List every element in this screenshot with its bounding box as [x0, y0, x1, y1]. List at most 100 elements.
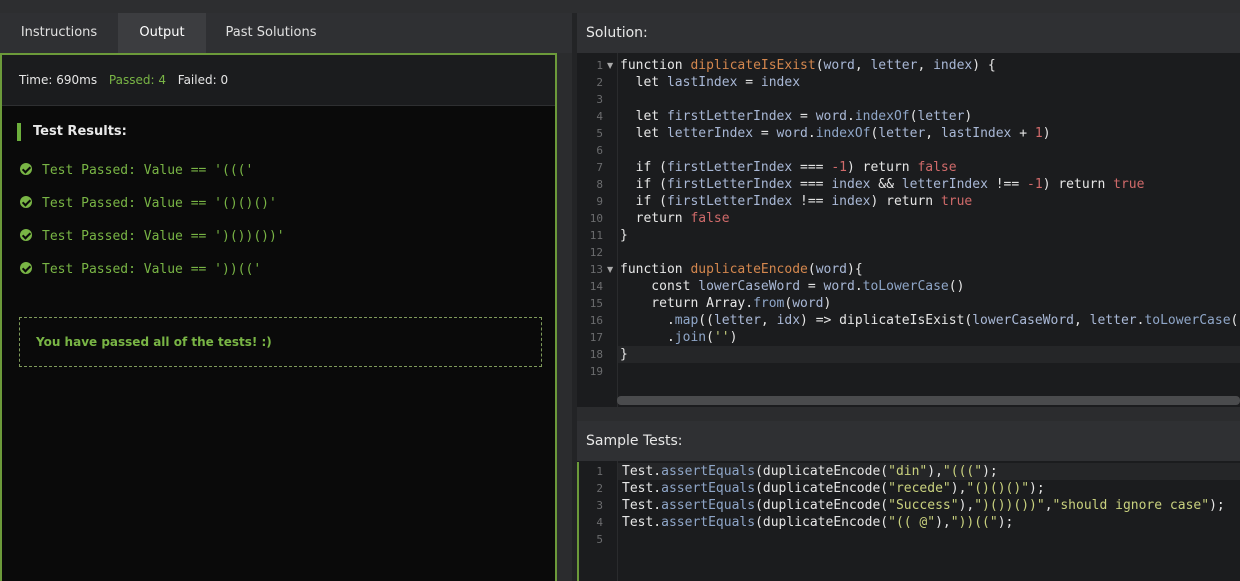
- code-line: let firstLetterIndex = word.indexOf(lett…: [620, 108, 973, 125]
- code-token: -1: [831, 160, 847, 175]
- code-token: (duplicateEncode(: [755, 481, 889, 496]
- code-line: if (firstLetterIndex === -1) return fals…: [620, 159, 957, 176]
- line-number: 5: [596, 127, 603, 140]
- code-token: (duplicateEncode(: [755, 515, 889, 530]
- code-token: idx: [776, 313, 801, 328]
- code-token: =: [800, 279, 824, 294]
- code-token: letter: [878, 126, 926, 141]
- code-token: =: [737, 75, 761, 90]
- code-token: '': [713, 330, 730, 345]
- code-token: ")())())": [974, 498, 1045, 513]
- fold-arrow-icon[interactable]: ▼: [607, 261, 613, 278]
- line-number: 2: [596, 482, 603, 495]
- tab-past-solutions[interactable]: Past Solutions: [206, 13, 336, 53]
- code-token: lowerCaseWord: [972, 313, 1074, 328]
- code-token: letterIndex: [666, 126, 754, 141]
- code-token: "Success": [888, 498, 959, 513]
- solution-title: Solution:: [577, 13, 1240, 53]
- code-token: assertEquals: [661, 515, 756, 530]
- solution-editor[interactable]: 1 2 3 4 5 6 7 8 9 10 11 12 13 14 15 16 17 18 19 ▼ ▼ function …: [577, 53, 1240, 407]
- code-token: (: [815, 58, 824, 73]
- code-token: word: [823, 279, 855, 294]
- code-token: ),: [950, 481, 967, 496]
- code-line: .join(''): [620, 329, 737, 346]
- code-token: firstLetterIndex: [666, 177, 793, 192]
- code-token: (): [948, 279, 965, 294]
- code-token: index: [760, 75, 801, 90]
- top-strip: [0, 0, 1240, 13]
- code-token: );: [1029, 481, 1045, 496]
- code-token: (duplicateEncode(: [755, 498, 889, 513]
- test-result-text: Test Passed: Value == '))((': [42, 262, 262, 277]
- code-token: ): [964, 109, 973, 124]
- code-token: word: [815, 109, 847, 124]
- code-token: ,: [1073, 313, 1090, 328]
- test-result-item: Test Passed: Value == '()()()': [20, 195, 277, 213]
- code-token: firstLetterIndex: [666, 160, 793, 175]
- code-token: ) return: [1042, 177, 1114, 192]
- tab-bar: Instructions Output Past Solutions: [0, 13, 572, 53]
- line-number: 12: [589, 246, 603, 259]
- code-token: index: [933, 58, 973, 73]
- code-token: &&: [870, 177, 902, 192]
- line-number: 11: [589, 229, 603, 242]
- code-token: word: [792, 296, 824, 311]
- code-line: let letterIndex = word.indexOf(letter, l…: [620, 125, 1051, 142]
- code-token: ) {: [972, 58, 996, 73]
- line-number: 9: [596, 195, 603, 208]
- code-token: "))((": [950, 515, 998, 530]
- code-token: if (: [620, 194, 667, 209]
- code-token: ),: [935, 515, 951, 530]
- code-token: (),: [1230, 313, 1240, 328]
- code-token: 1: [1034, 126, 1043, 141]
- code-token: word: [815, 262, 847, 277]
- code-token: letter: [1089, 313, 1137, 328]
- code-token: ) => diplicateIsExist(: [800, 313, 973, 328]
- code-token: join: [674, 330, 707, 345]
- code-token: letter: [870, 58, 918, 73]
- horizontal-scrollbar[interactable]: [617, 396, 1240, 405]
- line-number: 4: [596, 516, 603, 529]
- check-circle-icon: [20, 229, 32, 241]
- code-token: .: [620, 330, 675, 345]
- code-token: -1: [1027, 177, 1043, 192]
- code-token: ): [1042, 126, 1051, 141]
- code-token: "(((": [942, 464, 983, 479]
- code-token: ===: [792, 160, 832, 175]
- code-token: !==: [792, 194, 832, 209]
- test-result-item: Test Passed: Value == '))((': [20, 261, 261, 279]
- all-passed-message: You have passed all of the tests! :): [19, 317, 542, 367]
- code-line: if (firstLetterIndex === index && letter…: [620, 176, 1145, 193]
- code-line: }: [620, 227, 628, 244]
- code-token: return Array.: [620, 296, 754, 311]
- code-token: ,: [1044, 498, 1053, 513]
- code-token: duplicateEncode: [690, 262, 808, 277]
- sample-tests-editor[interactable]: 1 2 3 4 5 Test.assertEquals(duplicateEncode("…: [577, 461, 1240, 581]
- code-token: ){: [847, 262, 863, 277]
- code-line: const lowerCaseWord = word.toLowerCase(): [620, 278, 964, 295]
- tab-output[interactable]: Output: [118, 13, 206, 53]
- code-token: }: [620, 228, 628, 243]
- tab-instructions[interactable]: Instructions: [0, 13, 118, 53]
- code-token: letter: [917, 109, 965, 124]
- test-result-text: Test Passed: Value == '()()()': [42, 196, 277, 211]
- code-token: function: [620, 58, 691, 73]
- code-token: map: [674, 313, 699, 328]
- code-token: "()()()": [966, 481, 1030, 496]
- code-token: .: [854, 279, 863, 294]
- code-token: (: [807, 262, 816, 277]
- code-token: "din": [888, 464, 928, 479]
- code-token: diplicateIsExist: [690, 58, 816, 73]
- code-token: indexOf: [854, 109, 910, 124]
- code-line: return Array.from(word): [620, 295, 831, 312]
- code-token: const: [620, 279, 699, 294]
- output-panel: Time: 690ms Passed: 4 Failed: 0 Test Res…: [0, 53, 557, 581]
- code-token: letter: [713, 313, 761, 328]
- line-number: 3: [596, 93, 603, 106]
- line-number: 16: [589, 314, 603, 327]
- fold-arrow-icon[interactable]: ▼: [607, 57, 613, 74]
- code-token: Test.: [622, 481, 662, 496]
- code-token: lowerCaseWord: [698, 279, 801, 294]
- code-token: return: [620, 211, 691, 226]
- line-number: 2: [596, 76, 603, 89]
